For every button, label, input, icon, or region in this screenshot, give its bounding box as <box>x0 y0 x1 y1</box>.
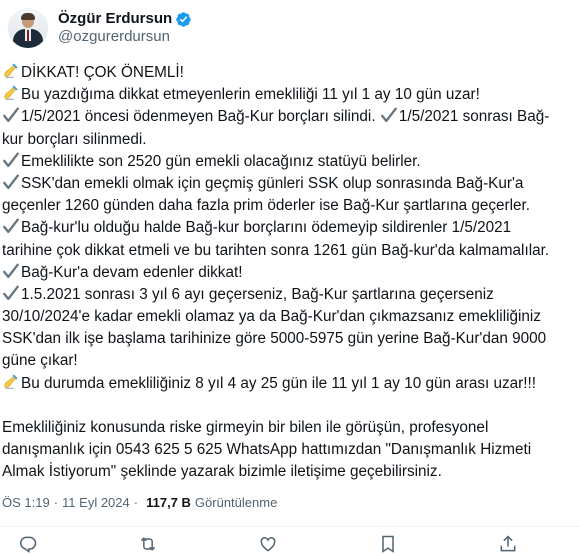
meta-separator: · <box>53 495 59 510</box>
tweet-header: Özgür Erdursun @ozgurerdursun <box>8 8 192 48</box>
check-icon <box>2 284 20 302</box>
line-text: danışmanlık için 0543 625 5 625 WhatsApp… <box>2 441 532 459</box>
line-text: SSK'dan ilk işe başlama tarihinize göre … <box>2 330 547 348</box>
tweet-line: 30/10/2024'e kadar emekli olamaz ya da B… <box>2 306 574 328</box>
tweet-line: 1/5/2021 öncesi ödenmeyen Bağ-Kur borçla… <box>2 106 574 128</box>
share-button[interactable] <box>498 534 518 554</box>
bookmark-icon <box>382 535 394 553</box>
tweet-line: tarihine çok dikkat etmeli ve bu tarihte… <box>2 240 574 262</box>
line-text: güne çıkar! <box>2 352 78 370</box>
check-icon <box>2 262 20 280</box>
line-text: Bu yazdığıma dikkat etmeyenlerin emeklil… <box>21 86 480 104</box>
writing-hand-icon <box>2 84 20 102</box>
tweet-date[interactable]: 11 Eyl 2024 <box>62 495 130 510</box>
writing-hand-icon <box>2 373 20 391</box>
retweet-button[interactable] <box>138 534 158 554</box>
tweet-text: DİKKAT! ÇOK ÖNEMLİ! Bu yazdığıma dikkat e… <box>2 62 574 484</box>
tweet-line: kur borçları silinmedi. <box>2 129 574 151</box>
line-text: 1.5.2021 sonrası 3 yıl 6 ayı geçerseniz,… <box>21 285 494 303</box>
display-name[interactable]: Özgür Erdursun <box>58 10 172 28</box>
line-text: kur borçları silinmedi. <box>2 130 147 148</box>
tweet-line: Almak İstiyorum" şeklinde yazarak biziml… <box>2 461 574 483</box>
share-icon <box>500 535 516 552</box>
tweet-line: Emeklilikte son 2520 gün emekli olacağın… <box>2 151 574 173</box>
tweet-line: 1.5.2021 sonrası 3 yıl 6 ayı geçerseniz,… <box>2 284 574 306</box>
tweet-line: geçenler 1260 günden daha fazla prim öde… <box>2 195 574 217</box>
action-bar <box>10 534 570 554</box>
line-text: Bağ-kur'lu olduğu halde Bağ-kur borçları… <box>21 219 512 237</box>
meta-separator: · <box>133 495 139 510</box>
retweet-icon <box>140 537 156 551</box>
line-text: tarihine çok dikkat etmeli ve bu tarihte… <box>2 241 550 259</box>
tweet-line: Bağ-Kur'a devam edenler dikkat! <box>2 262 574 284</box>
bookmark-button[interactable] <box>378 534 398 554</box>
tweet-line: SSK'dan ilk işe başlama tarihinize göre … <box>2 328 574 350</box>
line-text: 30/10/2024'e kadar emekli olamaz ya da B… <box>2 308 541 326</box>
divider <box>0 526 580 527</box>
tweet-line: Bu yazdığıma dikkat etmeyenlerin emeklil… <box>2 84 574 106</box>
line-text: Bağ-Kur'a devam edenler dikkat! <box>21 263 243 281</box>
reply-icon <box>20 536 37 553</box>
like-icon <box>260 536 276 552</box>
check-icon <box>2 106 20 124</box>
line-text: Emekliliğiniz konusunda riske girmeyin b… <box>2 419 489 436</box>
check-icon <box>2 173 20 191</box>
line-text: geçenler 1260 günden daha fazla prim öde… <box>2 197 531 215</box>
line-text: Almak İstiyorum" şeklinde yazarak biziml… <box>2 463 442 481</box>
writing-hand-icon <box>2 62 20 80</box>
line-text: DİKKAT! ÇOK ÖNEMLİ! <box>21 64 184 81</box>
line-text: 1/5/2021 öncesi ödenmeyen Bağ-Kur borçla… <box>21 108 380 126</box>
verified-badge-icon <box>176 11 191 27</box>
tweet-line: DİKKAT! ÇOK ÖNEMLİ! <box>2 62 574 84</box>
tweet-line: danışmanlık için 0543 625 5 625 WhatsApp… <box>2 439 574 461</box>
line-text: SSK'dan emekli olmak için geçmiş günleri… <box>21 174 524 192</box>
handle[interactable]: @ozgurerdursun <box>58 28 192 46</box>
author-names: Özgür Erdursun @ozgurerdursun <box>58 10 192 46</box>
tweet-line: Bağ-kur'lu olduğu halde Bağ-kur borçları… <box>2 217 574 239</box>
check-icon <box>2 151 20 169</box>
tweet: Özgür Erdursun @ozgurerdursun DİKKAT! ÇO… <box>0 0 580 553</box>
check-icon <box>2 217 20 235</box>
tweet-line: Emekliliğiniz konusunda riske girmeyin b… <box>2 417 574 439</box>
views-label: Görüntülenme <box>194 495 278 510</box>
tweet-line: güne çıkar! <box>2 350 574 372</box>
reply-button[interactable] <box>18 534 38 554</box>
tweet-meta: ÖS 1:19 · 11 Eyl 2024 · 117,7 B Görüntül… <box>2 495 277 510</box>
tweet-line: SSK'dan emekli olmak için geçmiş günleri… <box>2 173 574 195</box>
tweet-line: Bu durumda emekliliğiniz 8 yıl 4 ay 25 g… <box>2 373 574 395</box>
line-text: Bu durumda emekliliğiniz 8 yıl 4 ay 25 g… <box>21 374 536 392</box>
tweet-time[interactable]: ÖS 1:19 <box>2 495 50 510</box>
avatar[interactable] <box>8 8 48 48</box>
like-button[interactable] <box>258 534 278 554</box>
line-text: Emeklilikte son 2520 gün emekli olacağın… <box>21 152 421 170</box>
line-text: 1/5/2021 sonrası Bağ- <box>398 108 550 126</box>
check-icon <box>380 106 398 124</box>
views-count: 117,7 B <box>146 495 191 510</box>
